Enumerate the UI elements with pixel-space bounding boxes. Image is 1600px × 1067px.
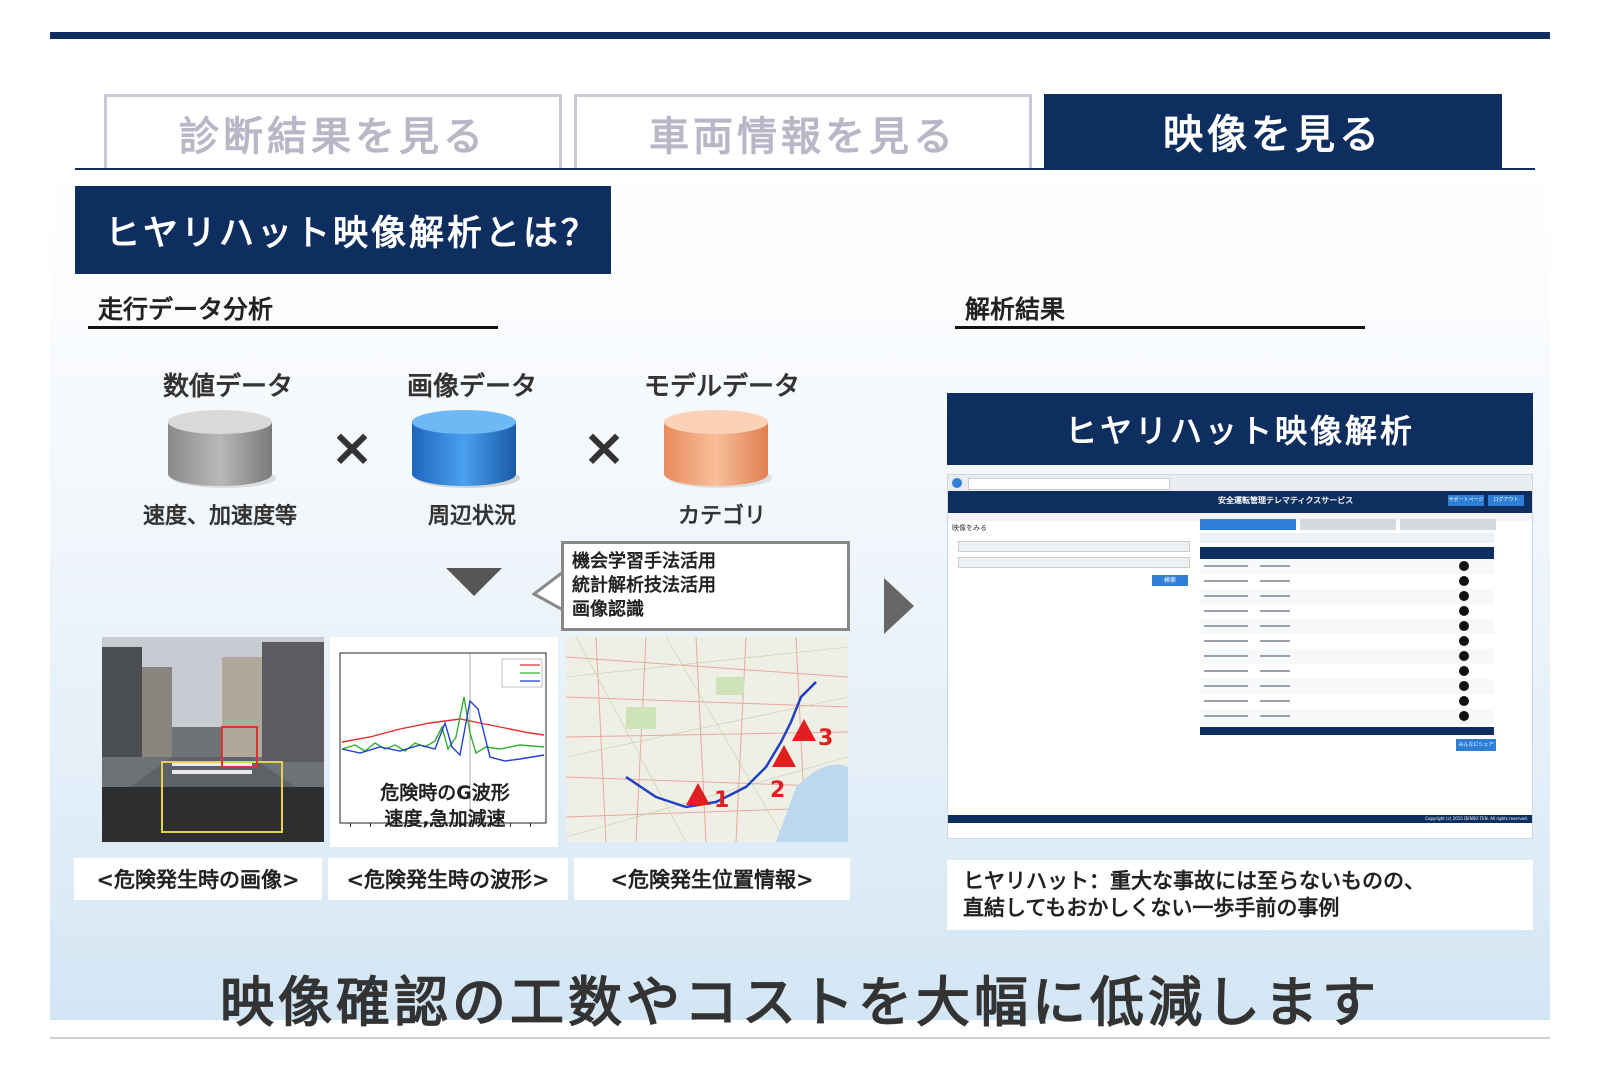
waveform-caption: <危険発生時の波形>: [328, 858, 568, 900]
main-headline: 映像確認の工数やコストを大幅に低減します: [220, 971, 1380, 1034]
hiyari-hatto-definition: ヒヤリハット：重大な事故には至らないものの、 直結してもおかしくない一歩手前の事…: [947, 860, 1533, 930]
numeric-database-icon: [168, 410, 276, 488]
share-button[interactable]: みんなにシェア: [1456, 739, 1496, 751]
logout-button[interactable]: ログアウト: [1488, 495, 1524, 506]
map-marker-1: 1: [714, 788, 729, 813]
table-pagination: [1200, 727, 1494, 735]
location-map: 1 2 3: [566, 637, 848, 842]
address-bar: [968, 478, 1170, 490]
app-subtitle: 映像をみる: [952, 524, 987, 532]
table-header: [1200, 547, 1494, 559]
map-marker-3: 3: [818, 726, 833, 751]
app-header: 安全運転管理テレマティクスサービス サポートページ ログアウト: [948, 491, 1532, 513]
app-tab[interactable]: [1400, 519, 1496, 530]
down-arrow-icon: [446, 568, 502, 596]
waveform-overlay-line: 危険時のG波形: [380, 782, 510, 804]
support-button[interactable]: サポートページ: [1448, 495, 1484, 506]
date-field[interactable]: [958, 557, 1190, 568]
left-section-heading: 走行データ分析: [98, 295, 274, 324]
multiply-icon: ×: [330, 418, 374, 478]
app-screenshot: 安全運転管理テレマティクスサービス サポートページ ログアウト 映像をみる 検索…: [947, 474, 1533, 839]
waveform-overlay-text: 危険時のG波形 速度,急加減速: [360, 780, 530, 832]
back-icon: [952, 478, 962, 488]
multiply-icon: ×: [582, 418, 626, 478]
method-callout: 機会学習手法活用 統計解析技法活用 画像認識: [561, 541, 850, 631]
callout-line: 機会学習手法活用: [572, 551, 716, 572]
right-arrow-icon: [884, 578, 914, 634]
left-section-underline: [88, 326, 498, 329]
browser-bar: [948, 475, 1532, 492]
callout-line: 統計解析技法活用: [572, 575, 716, 596]
image-caption: <危険発生時の画像>: [74, 858, 322, 900]
tab-vehicle-info[interactable]: 車両情報を見る: [574, 94, 1032, 168]
dashcam-image: [102, 637, 324, 842]
model-database-icon: [664, 410, 772, 488]
app-title: 安全運転管理テレマティクスサービス: [1218, 496, 1354, 505]
waveform-overlay-line: 速度,急加減速: [384, 808, 506, 830]
numeric-data-sub: 速度、加速度等: [142, 504, 297, 529]
right-section-underline: [955, 326, 1365, 329]
app-tab[interactable]: [1200, 519, 1296, 530]
location-caption: <危険発生位置情報>: [574, 858, 850, 900]
callout-line: 画像認識: [572, 599, 644, 620]
page-title: ヒヤリハット映像解析とは？: [75, 186, 611, 274]
tab-video[interactable]: 映像を見る: [1044, 94, 1502, 168]
filter-field[interactable]: [958, 541, 1190, 552]
image-data-sub: 周辺状況: [427, 504, 516, 529]
top-bar: [50, 32, 1550, 39]
bottom-divider: [50, 1037, 1550, 1039]
event-table: [1200, 559, 1494, 724]
app-tab[interactable]: [1300, 519, 1396, 530]
app-filter-row: [1200, 533, 1494, 543]
copyright-text: Copyright (c) 2015 DENSO TEN. All rights…: [1425, 816, 1528, 821]
search-button[interactable]: 検索: [1152, 575, 1188, 586]
note-line: ヒヤリハット：重大な事故には至らないものの、: [963, 869, 1425, 893]
image-database-icon: [412, 410, 520, 488]
tab-diagnosis[interactable]: 診断結果を見る: [104, 94, 562, 168]
app-footer: Copyright (c) 2015 DENSO TEN. All rights…: [948, 815, 1532, 823]
numeric-data-label: 数値データ: [162, 372, 293, 402]
note-line: 直結してもおかしくない一歩手前の事例: [963, 896, 1340, 920]
right-section-heading: 解析結果: [965, 295, 1066, 324]
result-panel-title: ヒヤリハット映像解析: [947, 393, 1533, 465]
model-data-label: モデルデータ: [643, 372, 800, 402]
tabs-underline: [75, 168, 1535, 170]
model-data-sub: カテゴリ: [677, 504, 766, 529]
image-data-label: 画像データ: [406, 372, 537, 402]
map-marker-2: 2: [770, 778, 785, 803]
